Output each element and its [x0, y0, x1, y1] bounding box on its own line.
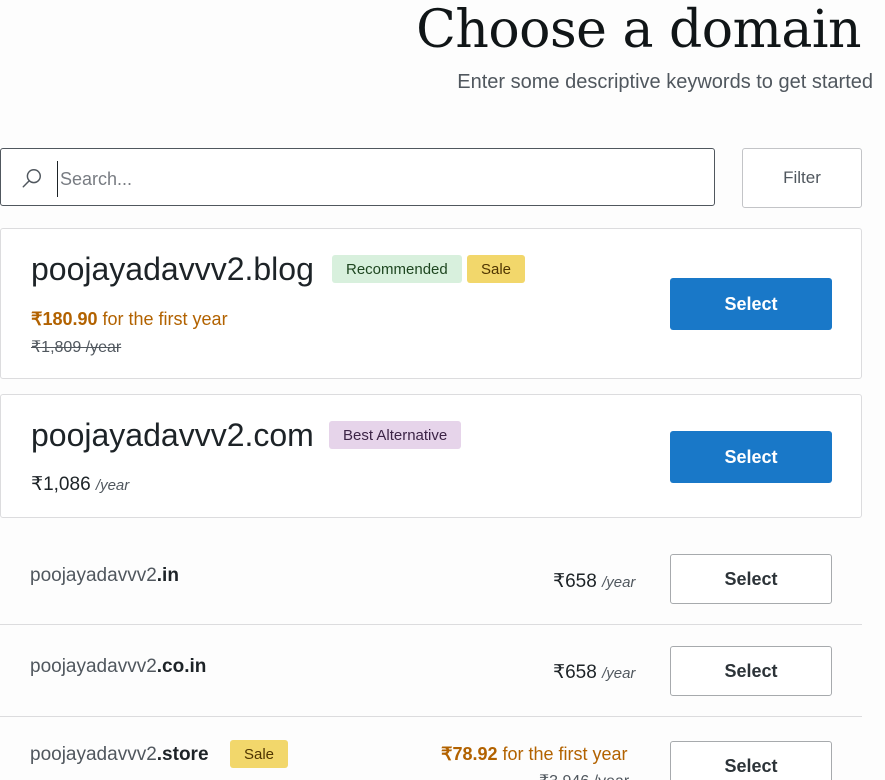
sale-price-amount: ₹180.90: [31, 309, 98, 329]
domain-name: poojayadavvv2.blog: [31, 251, 314, 287]
page-title: Choose a domain: [416, 0, 861, 60]
select-button[interactable]: Select: [670, 646, 832, 696]
original-price: ₹1,809 /year: [31, 339, 122, 356]
price-amount: ₹658: [553, 571, 597, 592]
domain-price: ₹658 /year: [553, 661, 635, 684]
price-amount: ₹1,086: [31, 474, 91, 495]
domain-name: poojayadavvv2.in: [30, 565, 179, 587]
domain-name: poojayadavvv2.store: [30, 744, 209, 766]
search-box[interactable]: [0, 148, 715, 206]
filter-button[interactable]: Filter: [742, 148, 862, 208]
search-icon: [22, 169, 41, 188]
price-period: /year: [602, 665, 636, 682]
page-subtitle: Enter some descriptive keywords to get s…: [457, 71, 873, 93]
sale-price-amount: ₹78.92: [441, 744, 498, 764]
price-period: /year: [95, 477, 130, 494]
sale-price-suffix: for the first year: [497, 744, 628, 764]
sale-badge: Sale: [467, 255, 526, 283]
sale-badge: Sale: [230, 740, 289, 768]
domain-name: poojayadavvv2.com: [31, 417, 314, 453]
sale-price: ₹180.90 for the first year: [31, 309, 228, 330]
select-button[interactable]: Select: [670, 431, 832, 483]
select-button[interactable]: Select: [670, 741, 832, 780]
featured-domain-card: poojayadavvv2.com Best Alternative ₹1,08…: [0, 394, 862, 518]
price-amount: ₹658: [553, 662, 597, 683]
search-input[interactable]: [57, 161, 702, 197]
sale-price-suffix: for the first year: [97, 309, 228, 329]
domain-tld: .co.in: [156, 656, 207, 677]
domain-result-row: poojayadavvv2.store Sale ₹78.92 for the …: [0, 717, 862, 780]
domain-price: ₹658 /year: [553, 570, 635, 593]
domain-result-row: poojayadavvv2.in ₹658 /year Select: [0, 533, 862, 625]
best-alternative-badge: Best Alternative: [329, 421, 462, 449]
domain-result-row: poojayadavvv2.co.in ₹658 /year Select: [0, 625, 862, 717]
recommended-badge: Recommended: [332, 255, 462, 283]
price-period: /year: [602, 574, 636, 591]
original-price: ₹3,946 /year: [539, 771, 629, 780]
domain-base: poojayadavvv2: [30, 656, 157, 677]
domain-tld: .store: [156, 744, 209, 765]
sale-price: ₹78.92 for the first year: [441, 744, 628, 765]
domain-tld: .in: [156, 565, 179, 586]
select-button[interactable]: Select: [670, 554, 832, 604]
domain-base: poojayadavvv2: [30, 744, 157, 765]
featured-domain-card: poojayadavvv2.blog Recommended Sale ₹180…: [0, 228, 862, 379]
domain-name: poojayadavvv2.co.in: [30, 656, 206, 678]
select-button[interactable]: Select: [670, 278, 832, 330]
domain-price: ₹1,086 /year: [31, 473, 129, 496]
domain-base: poojayadavvv2: [30, 565, 157, 586]
